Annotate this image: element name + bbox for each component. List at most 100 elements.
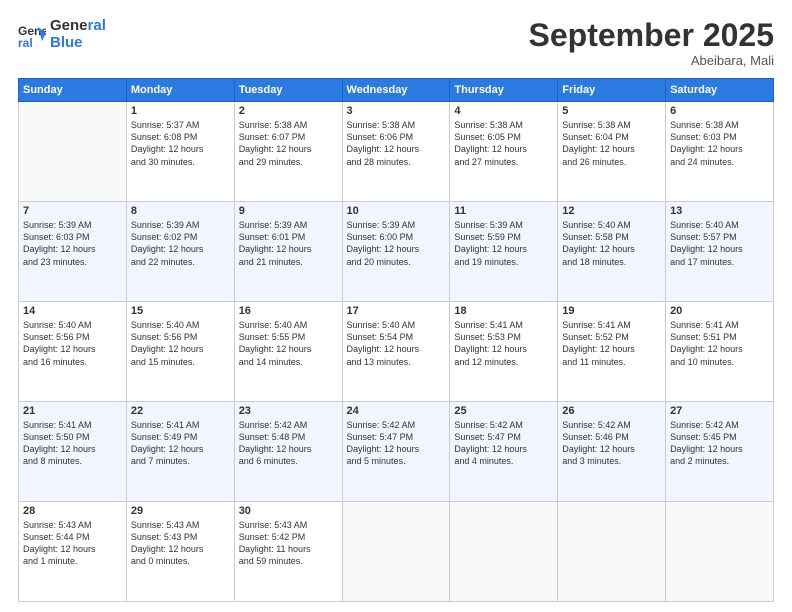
day-info: Sunrise: 5:39 AM Sunset: 6:00 PM Dayligh… [347,219,446,268]
calendar-cell: 24 Sunrise: 5:42 AM Sunset: 5:47 PM Dayli… [342,402,450,502]
day-number: 11 [454,205,553,217]
location-subtitle: Abeibara, Mali [529,53,774,68]
weekday-header: Monday [126,79,234,102]
weekday-header: Sunday [19,79,127,102]
day-number: 27 [670,405,769,417]
calendar-cell: 29 Sunrise: 5:43 AM Sunset: 5:43 PM Dayli… [126,502,234,602]
calendar-cell: 19 Sunrise: 5:41 AM Sunset: 5:52 PM Dayli… [558,302,666,402]
calendar-cell: 18Sunrise: 5:41 AM Sunset: 5:53 PM Dayli… [450,302,558,402]
day-number: 17 [347,305,446,317]
day-number: 14 [23,305,122,317]
calendar-cell [450,502,558,602]
calendar-cell: 10Sunrise: 5:39 AM Sunset: 6:00 PM Dayli… [342,202,450,302]
calendar-cell [558,502,666,602]
weekday-header: Friday [558,79,666,102]
calendar-cell: 2 Sunrise: 5:38 AM Sunset: 6:07 PM Daylig… [234,102,342,202]
calendar-cell: 7 Sunrise: 5:39 AM Sunset: 6:03 PM Daylig… [19,202,127,302]
weekday-header: Saturday [666,79,774,102]
calendar-table: SundayMondayTuesdayWednesdayThursdayFrid… [18,78,774,602]
day-info: Sunrise: 5:42 AM Sunset: 5:47 PM Dayligh… [347,419,446,468]
day-info: Sunrise: 5:40 AM Sunset: 5:56 PM Dayligh… [23,319,122,368]
weekday-header: Wednesday [342,79,450,102]
calendar-cell: 12 Sunrise: 5:40 AM Sunset: 5:58 PM Dayli… [558,202,666,302]
logo-text: General Blue [50,18,106,51]
day-info: Sunrise: 5:38 AM Sunset: 6:04 PM Dayligh… [562,119,661,168]
day-info: Sunrise: 5:40 AM Sunset: 5:54 PM Dayligh… [347,319,446,368]
day-info: Sunrise: 5:43 AM Sunset: 5:44 PM Dayligh… [23,519,122,568]
day-info: Sunrise: 5:43 AM Sunset: 5:42 PM Dayligh… [239,519,338,568]
calendar-cell: 6 Sunrise: 5:38 AM Sunset: 6:03 PM Daylig… [666,102,774,202]
day-info: Sunrise: 5:42 AM Sunset: 5:46 PM Dayligh… [562,419,661,468]
calendar-cell: 5Sunrise: 5:38 AM Sunset: 6:04 PM Daylig… [558,102,666,202]
calendar-cell [666,502,774,602]
day-number: 3 [347,105,446,117]
weekday-header: Tuesday [234,79,342,102]
day-info: Sunrise: 5:42 AM Sunset: 5:47 PM Dayligh… [454,419,553,468]
day-number: 24 [347,405,446,417]
day-info: Sunrise: 5:39 AM Sunset: 6:03 PM Dayligh… [23,219,122,268]
page: Gene ral General Blue September 2025 Abe… [0,0,792,612]
day-number: 19 [562,305,661,317]
calendar-cell: 30 Sunrise: 5:43 AM Sunset: 5:42 PM Dayli… [234,502,342,602]
calendar-cell: 26 Sunrise: 5:42 AM Sunset: 5:46 PM Dayli… [558,402,666,502]
day-info: Sunrise: 5:39 AM Sunset: 5:59 PM Dayligh… [454,219,553,268]
day-info: Sunrise: 5:41 AM Sunset: 5:49 PM Dayligh… [131,419,230,468]
day-number: 6 [670,105,769,117]
day-number: 18 [454,305,553,317]
day-info: Sunrise: 5:39 AM Sunset: 6:02 PM Dayligh… [131,219,230,268]
calendar-cell: 22 Sunrise: 5:41 AM Sunset: 5:49 PM Dayli… [126,402,234,502]
day-info: Sunrise: 5:40 AM Sunset: 5:58 PM Dayligh… [562,219,661,268]
calendar-cell: 23 Sunrise: 5:42 AM Sunset: 5:48 PM Dayli… [234,402,342,502]
day-info: Sunrise: 5:37 AM Sunset: 6:08 PM Dayligh… [131,119,230,168]
day-info: Sunrise: 5:40 AM Sunset: 5:55 PM Dayligh… [239,319,338,368]
calendar-cell: 28 Sunrise: 5:43 AM Sunset: 5:44 PM Dayli… [19,502,127,602]
day-number: 7 [23,205,122,217]
day-number: 2 [239,105,338,117]
day-info: Sunrise: 5:39 AM Sunset: 6:01 PM Dayligh… [239,219,338,268]
day-info: Sunrise: 5:38 AM Sunset: 6:03 PM Dayligh… [670,119,769,168]
calendar-cell: 3Sunrise: 5:38 AM Sunset: 6:06 PM Daylig… [342,102,450,202]
day-number: 29 [131,505,230,517]
calendar-cell: 13 Sunrise: 5:40 AM Sunset: 5:57 PM Dayli… [666,202,774,302]
calendar-cell: 27 Sunrise: 5:42 AM Sunset: 5:45 PM Dayli… [666,402,774,502]
day-number: 9 [239,205,338,217]
day-number: 21 [23,405,122,417]
calendar-cell: 11 Sunrise: 5:39 AM Sunset: 5:59 PM Dayli… [450,202,558,302]
day-info: Sunrise: 5:41 AM Sunset: 5:50 PM Dayligh… [23,419,122,468]
day-number: 13 [670,205,769,217]
month-title: September 2025 [529,18,774,53]
calendar-cell: 4Sunrise: 5:38 AM Sunset: 6:05 PM Daylig… [450,102,558,202]
day-info: Sunrise: 5:40 AM Sunset: 5:56 PM Dayligh… [131,319,230,368]
calendar-cell: 16Sunrise: 5:40 AM Sunset: 5:55 PM Dayli… [234,302,342,402]
day-number: 12 [562,205,661,217]
logo: Gene ral General Blue [18,18,106,51]
calendar-cell: 20 Sunrise: 5:41 AM Sunset: 5:51 PM Dayli… [666,302,774,402]
day-number: 20 [670,305,769,317]
title-block: September 2025 Abeibara, Mali [529,18,774,68]
day-number: 15 [131,305,230,317]
calendar-cell: 21 Sunrise: 5:41 AM Sunset: 5:50 PM Dayli… [19,402,127,502]
day-info: Sunrise: 5:40 AM Sunset: 5:57 PM Dayligh… [670,219,769,268]
weekday-header: Thursday [450,79,558,102]
calendar-cell: 9 Sunrise: 5:39 AM Sunset: 6:01 PM Daylig… [234,202,342,302]
day-info: Sunrise: 5:42 AM Sunset: 5:45 PM Dayligh… [670,419,769,468]
calendar-cell: 15 Sunrise: 5:40 AM Sunset: 5:56 PM Dayli… [126,302,234,402]
calendar-cell: 8 Sunrise: 5:39 AM Sunset: 6:02 PM Daylig… [126,202,234,302]
calendar-cell [19,102,127,202]
day-number: 8 [131,205,230,217]
day-number: 26 [562,405,661,417]
day-number: 23 [239,405,338,417]
day-info: Sunrise: 5:41 AM Sunset: 5:51 PM Dayligh… [670,319,769,368]
day-info: Sunrise: 5:41 AM Sunset: 5:52 PM Dayligh… [562,319,661,368]
day-number: 30 [239,505,338,517]
calendar-cell: 1 Sunrise: 5:37 AM Sunset: 6:08 PM Daylig… [126,102,234,202]
calendar-cell: 17 Sunrise: 5:40 AM Sunset: 5:54 PM Dayli… [342,302,450,402]
day-number: 1 [131,105,230,117]
header: Gene ral General Blue September 2025 Abe… [18,18,774,68]
day-number: 22 [131,405,230,417]
day-info: Sunrise: 5:42 AM Sunset: 5:48 PM Dayligh… [239,419,338,468]
day-info: Sunrise: 5:43 AM Sunset: 5:43 PM Dayligh… [131,519,230,568]
day-number: 4 [454,105,553,117]
day-number: 28 [23,505,122,517]
day-info: Sunrise: 5:38 AM Sunset: 6:07 PM Dayligh… [239,119,338,168]
